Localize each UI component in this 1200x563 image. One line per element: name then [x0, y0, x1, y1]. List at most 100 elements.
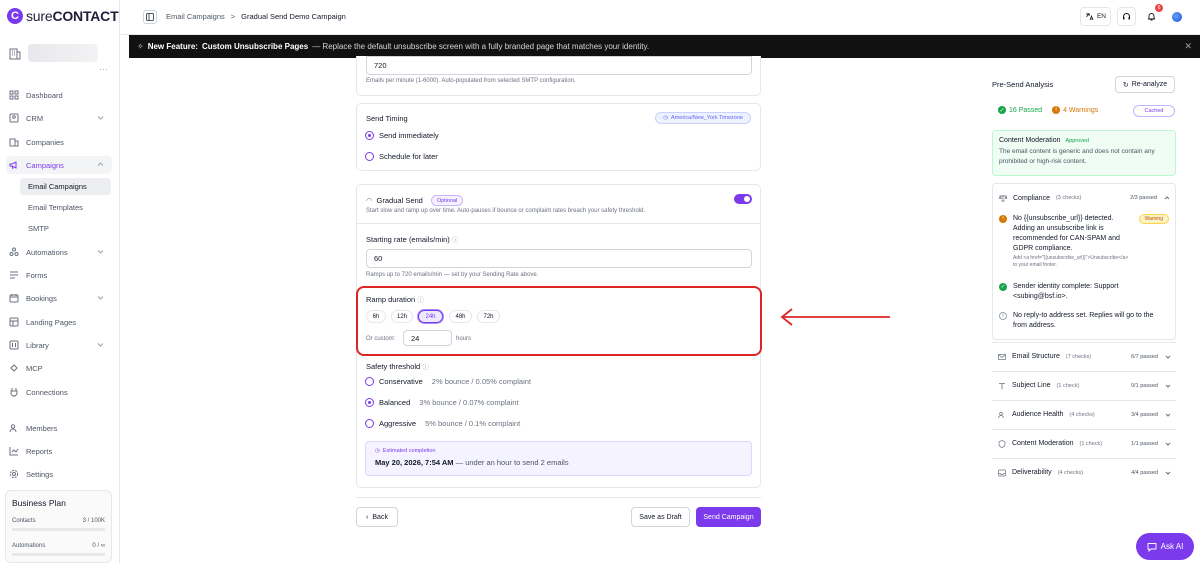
- mail-icon: [998, 353, 1006, 360]
- annotation-highlight-ring: [356, 286, 762, 356]
- automations-label: Automations: [12, 543, 46, 549]
- shield-icon: [998, 439, 1006, 448]
- notifications-button[interactable]: 6: [1142, 4, 1163, 26]
- starting-rate-help: Ramps up to 720 emails/min — set by your…: [366, 272, 539, 278]
- passed-label: 16 Passed: [1009, 106, 1043, 114]
- workspace-name-redacted: [28, 44, 98, 62]
- sidebar-toggle-button[interactable]: [143, 10, 157, 24]
- section-audience-health[interactable]: Audience Health (4 checks) 3/4 passed: [992, 400, 1176, 428]
- banner-title[interactable]: Custom Unsubscribe Pages: [202, 42, 308, 51]
- close-icon[interactable]: ✕: [1184, 41, 1192, 52]
- section-count: (4 checks): [1069, 411, 1095, 418]
- send-immediately-option[interactable]: Send immediately: [365, 131, 439, 140]
- estimated-completion-label: Estimated completion: [382, 448, 436, 454]
- sidebar-item-smtp[interactable]: SMTP: [20, 220, 111, 237]
- schedule-later-option[interactable]: Schedule for later: [365, 152, 438, 161]
- sidebar-item-label: Landing Pages: [26, 317, 77, 327]
- sidebar-item-bookings[interactable]: Bookings: [6, 289, 112, 307]
- passed-count: ✓ 16 Passed: [998, 106, 1042, 114]
- send-campaign-button[interactable]: Send Campaign: [696, 507, 761, 527]
- annotation-arrow-icon: [780, 308, 890, 326]
- breadcrumb: Email Campaigns > Gradual Send Demo Camp…: [166, 12, 346, 21]
- sidebar-item-label: Members: [26, 423, 58, 433]
- safety-option-aggressive[interactable]: Aggressive 5% bounce / 0.1% complaint: [365, 419, 520, 428]
- sidebar-item-landing-pages[interactable]: Landing Pages: [6, 313, 112, 331]
- sidebar-item-mcp[interactable]: MCP: [6, 359, 112, 377]
- gradual-send-toggle[interactable]: [734, 194, 752, 204]
- automations-usage: Automations 0 / ∞: [12, 543, 105, 549]
- gradual-send-header: ◠ Gradual Send Optional: [366, 195, 464, 206]
- more-icon[interactable]: ···: [99, 64, 108, 74]
- unsubscribe-text-block: No {{unsubscribe_url}} detected. Adding …: [1013, 214, 1133, 269]
- sidebar-item-reports[interactable]: Reports: [6, 442, 112, 460]
- sidebar: C sureCONTACT ··· Dashboard CRM Companie…: [0, 0, 120, 563]
- pre-send-analysis-title: Pre-Send Analysis: [992, 80, 1054, 89]
- conservative-radio[interactable]: [365, 377, 374, 386]
- sidebar-item-campaigns[interactable]: Campaigns: [6, 156, 112, 174]
- sidebar-item-crm[interactable]: CRM: [6, 109, 112, 127]
- sender-text: Sender identity complete: Support <subin…: [1013, 283, 1119, 300]
- info-icon[interactable]: ⓘ: [452, 237, 459, 244]
- warning-circle-icon: !: [1052, 106, 1061, 114]
- starting-rate-input[interactable]: 60: [366, 249, 752, 268]
- breadcrumb-email-campaigns[interactable]: Email Campaigns: [166, 12, 225, 21]
- moderation-status: Approved: [1065, 138, 1090, 144]
- section-result: 4/4 passed: [1131, 469, 1158, 476]
- contact-card-icon: [9, 113, 19, 123]
- globe-icon: [1171, 11, 1182, 22]
- section-deliverability[interactable]: Deliverability (4 checks) 4/4 passed: [992, 458, 1176, 486]
- safety-option-balanced[interactable]: Balanced 3% bounce / 0.07% complaint: [365, 398, 519, 407]
- sidebar-item-library[interactable]: Library: [6, 336, 112, 354]
- section-content-moderation[interactable]: Content Moderation (1 check) 1/1 passed: [992, 429, 1176, 457]
- sidebar-item-connections[interactable]: Connections: [6, 383, 112, 401]
- chevron-down-icon: [1165, 384, 1171, 388]
- reanalyze-button[interactable]: ↻ Re-analyze: [1115, 76, 1175, 93]
- app-logo[interactable]: C sureCONTACT: [7, 8, 119, 24]
- sending-rate-input[interactable]: 720: [366, 56, 752, 75]
- section-subject-line[interactable]: Subject Line (1 check) 0/1 passed: [992, 371, 1176, 399]
- compliance-header[interactable]: Compliance (3 checks) 2/3 passed: [993, 184, 1175, 212]
- safety-threshold-label-row: Safety threshold ⓘ: [366, 361, 429, 371]
- footer-divider: [356, 497, 761, 498]
- back-button[interactable]: ‹ Back: [356, 507, 398, 527]
- notification-count-badge: 6: [1155, 4, 1163, 12]
- ask-ai-button[interactable]: Ask AI: [1136, 533, 1194, 560]
- sidebar-item-members[interactable]: Members: [6, 419, 112, 437]
- balanced-label: Balanced: [379, 398, 411, 407]
- section-email-structure[interactable]: Email Structure (7 checks) 6/7 passed: [992, 342, 1176, 370]
- sidebar-item-automations[interactable]: Automations: [6, 243, 112, 261]
- sidebar-item-email-campaigns[interactable]: Email Campaigns: [20, 178, 111, 195]
- info-icon[interactable]: ⓘ: [422, 364, 429, 371]
- support-button[interactable]: [1117, 7, 1136, 26]
- balanced-radio[interactable]: [365, 398, 374, 407]
- sidebar-item-forms[interactable]: Forms: [6, 266, 112, 284]
- form-icon: [10, 271, 18, 279]
- compliance-section: Compliance (3 checks) 2/3 passed ! No {{…: [992, 183, 1176, 340]
- library-icon: [9, 340, 19, 350]
- sidebar-item-email-templates[interactable]: Email Templates: [20, 199, 111, 216]
- unsubscribe-hint: Add <a href="{{unsubscribe_url}}">Unsubs…: [1013, 255, 1129, 268]
- safety-threshold-label: Safety threshold: [366, 362, 421, 371]
- sidebar-item-dashboard[interactable]: Dashboard: [6, 86, 112, 104]
- section-result: 6/7 passed: [1131, 353, 1158, 360]
- panel-icon: [146, 13, 154, 21]
- send-immediately-radio[interactable]: [365, 131, 374, 140]
- region-button[interactable]: [1167, 7, 1186, 26]
- safety-option-conservative[interactable]: Conservative 2% bounce / 0.05% complaint: [365, 377, 531, 386]
- chevron-down-icon: [1165, 355, 1171, 359]
- estimated-completion-label-row: ◷ Estimated completion: [375, 448, 742, 454]
- sidebar-item-settings[interactable]: Settings: [6, 465, 112, 483]
- section-title: Deliverability: [1012, 469, 1052, 476]
- sidebar-item-companies[interactable]: Companies: [6, 133, 112, 151]
- schedule-later-radio[interactable]: [365, 152, 374, 161]
- analysis-summary: ✓ 16 Passed ! 4 Warnings: [998, 106, 1098, 114]
- chevron-down-icon: [1165, 413, 1171, 417]
- aggressive-radio[interactable]: [365, 419, 374, 428]
- language-button[interactable]: EN: [1079, 7, 1111, 26]
- headset-icon: [1123, 13, 1130, 20]
- workflow-icon: [9, 247, 19, 256]
- workspace-switcher[interactable]: ···: [8, 38, 112, 74]
- save-draft-button[interactable]: Save as Draft: [631, 507, 690, 527]
- sidebar-item-label: Companies: [26, 137, 64, 147]
- schedule-later-label: Schedule for later: [379, 152, 438, 161]
